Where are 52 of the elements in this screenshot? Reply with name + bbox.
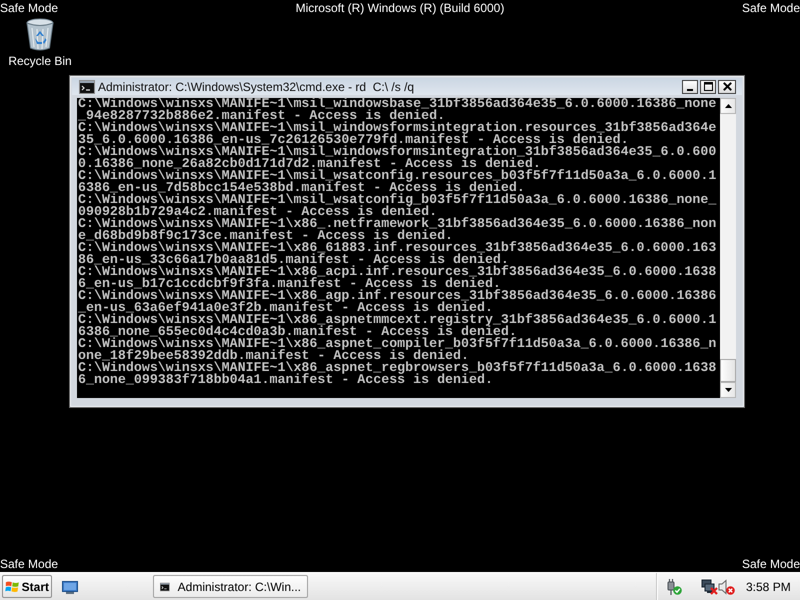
speaker-muted-icon[interactable]: [718, 578, 735, 594]
console-line: 090928b1b729a4c2.manifest - Access is denied.: [78, 206, 438, 218]
safe-mode-label: Safe Mode: [742, 1, 800, 15]
console-line: _en-us_63a6ef941a0e3f2b.manifest - Access is denied.: [78, 302, 493, 314]
windows-flag-icon: [5, 578, 20, 594]
console-line: 6_en-us_b17c1ccdcbf9f3fa.manifest - Access is denied.: [78, 278, 501, 290]
console-line: one_18f29bee58392ddb.manifest - Access is denied.: [78, 350, 469, 362]
taskbar-window-button[interactable]: Administrator: C:\Win...: [153, 575, 308, 598]
power-plug-check-icon[interactable]: [665, 578, 682, 594]
console-line: 35_6.0.6000.16386_en-us_7c26126530e779fd.manifest - Access is denied.: [78, 134, 629, 146]
safe-mode-label: Safe Mode: [742, 557, 800, 571]
console-line: C:\Windows\winsxs\MANIFE~1\msil_windowsformsintegration_31bf3856ad364e35_6.0.600: [78, 146, 716, 158]
console-line: 6386_en-us_7d58bcc154e538bd.manifest - Access is denied.: [78, 182, 525, 194]
console-line: C:\Windows\winsxs\MANIFE~1\x86_aspnet_compiler_b03f5f7f11d50a3a_6.0.6000.16386_n: [78, 338, 716, 350]
console-line: C:\Windows\winsxs\MANIFE~1\msil_wsatconfig_b03f5f7f11d50a3a_6.0.6000.16386_none_: [78, 194, 716, 206]
console-line: C:\Windows\winsxs\MANIFE~1\x86_agp.inf.resources_31bf3856ad364e35_6.0.6000.16386: [78, 290, 716, 302]
clock[interactable]: 3:58 PM: [746, 580, 791, 594]
show-desktop-icon[interactable]: [62, 580, 78, 594]
up-arrow-icon: [724, 104, 732, 108]
network-error-icon[interactable]: [701, 578, 718, 594]
maximize-icon: [704, 82, 712, 91]
build-label: Microsoft (R) Windows (R) (Build 6000): [296, 1, 504, 15]
console-line: C:\Windows\winsxs\MANIFE~1\x86_aspnet_regbrowsers_b03f5f7f11d50a3a_6.0.6000.1638: [78, 362, 716, 374]
command-prompt-icon: [79, 80, 95, 94]
desktop-icon-label[interactable]: Recycle Bin: [8, 54, 72, 68]
recycle-bin-icon[interactable]: [25, 18, 55, 52]
minimize-button[interactable]: [682, 80, 698, 94]
maximize-button[interactable]: [700, 80, 716, 94]
console-line: C:\Windows\winsxs\MANIFE~1\x86_61883.inf.resources_31bf3856ad364e35_6.0.6000.163: [78, 242, 716, 254]
down-arrow-icon: [724, 388, 732, 392]
window-title: Administrator: C:\Windows\System32\cmd.exe - rd C:\ /s /q: [98, 80, 414, 94]
console-line: _94e8287732b886e2.manifest - Access is denied.: [78, 110, 446, 122]
console-line: C:\Windows\winsxs\MANIFE~1\x86_aspnetmmcext.registry_31bf3856ad364e35_6.0.6000.1: [78, 314, 716, 326]
close-button[interactable]: [718, 80, 736, 94]
console-line: 6386_none_655ec0d4c4cd0a3b.manifest - Access is denied.: [78, 326, 517, 338]
minimize-icon: [687, 88, 693, 90]
safe-mode-label: Safe Mode: [0, 557, 58, 571]
console-line: e_d68bd9b8f9c173ce.manifest - Access is denied.: [78, 230, 454, 242]
console-line: C:\Windows\winsxs\MANIFE~1\x86_acpi.inf.resources_31bf3856ad364e35_6.0.6000.1638: [78, 266, 716, 278]
console-line: 86_en-us_33c66a17b0aa81d5.manifest - Access is denied.: [78, 254, 509, 266]
safe-mode-label: Safe Mode: [0, 1, 58, 15]
console-line: C:\Windows\winsxs\MANIFE~1\msil_windowsformsintegration.resources_31bf3856ad364e: [78, 122, 716, 134]
scroll-up-button[interactable]: [720, 98, 736, 114]
scroll-thumb[interactable]: [720, 359, 736, 382]
start-button[interactable]: Start: [2, 575, 52, 598]
scroll-down-button[interactable]: [720, 382, 736, 398]
console-line: C:\Windows\winsxs\MANIFE~1\msil_windowsbase_31bf3856ad364e35_6.0.6000.16386_none: [78, 98, 716, 110]
close-icon: [722, 82, 732, 91]
console-line: 6_none_099383f718bb04a1.manifest - Access is denied.: [78, 374, 493, 386]
console-line: 0.16386_none_26a82cb0d171d7d2.manifest - Access is denied.: [78, 158, 541, 170]
console-line: C:\Windows\winsxs\MANIFE~1\msil_wsatconfig.resources_b03f5f7f11d50a3a_6.0.6000.1: [78, 170, 716, 182]
console-line: C:\Windows\winsxs\MANIFE~1\x86_.netframework_31bf3856ad364e35_6.0.6000.16386_non: [78, 218, 716, 230]
